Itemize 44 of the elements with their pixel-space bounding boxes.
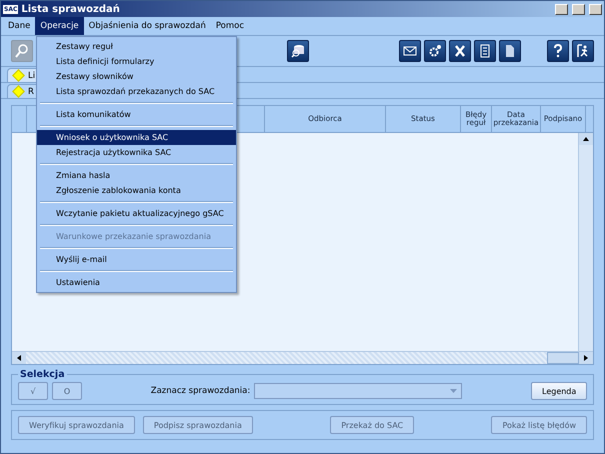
mail-button[interactable] (399, 40, 421, 62)
filter-label: Zaznacz sprawozdania: (150, 386, 250, 396)
dropdown-arrow-icon (450, 389, 458, 393)
menu-entry[interactable]: Wyślij e-mail (37, 252, 236, 267)
database-search-button[interactable] (287, 40, 309, 62)
list-icon (478, 44, 492, 58)
menu-entry[interactable]: Zestawy reguł (37, 39, 236, 54)
scroll-right-icon[interactable] (579, 352, 593, 364)
list-button[interactable] (474, 40, 496, 62)
settings-icon (428, 44, 442, 58)
group-title: Selekcja (19, 369, 66, 380)
search-icon (15, 44, 29, 58)
cross-icon (453, 44, 467, 58)
menu-entry[interactable]: Lista definicji formularzy (37, 54, 236, 69)
exit-icon (576, 44, 590, 58)
menu-item[interactable]: Objaśnienia do sprawozdań (84, 17, 211, 35)
maximize-button[interactable] (572, 4, 585, 14)
mail-icon (403, 44, 417, 58)
menu-entry[interactable]: Zgłoszenie zablokowania konta (37, 183, 236, 198)
minimize-button[interactable] (555, 4, 568, 14)
document-icon (503, 44, 517, 58)
database-search-icon (291, 44, 305, 58)
close-button[interactable] (589, 4, 602, 14)
scroll-up-icon[interactable] (579, 133, 593, 145)
window-title: Lista sprawozdań (21, 4, 121, 14)
menu-entry[interactable]: Rejestracja użytkownika SAC (37, 145, 236, 160)
scroll-thumb[interactable] (547, 352, 579, 364)
menu-entry[interactable]: Wczytanie pakietu aktualizacyjnego gSAC (37, 206, 236, 221)
menu-item[interactable]: Operacje (35, 17, 84, 35)
document-button[interactable] (499, 40, 521, 62)
exit-button[interactable] (572, 40, 594, 62)
menu-entry[interactable]: Ustawienia (37, 275, 236, 290)
menu-entry[interactable]: Lista komunikatów (37, 107, 236, 122)
help-icon (551, 44, 565, 58)
menu-item[interactable]: Pomoc (210, 17, 250, 35)
scroll-left-icon[interactable] (12, 352, 26, 364)
menu-item[interactable]: Dane (3, 17, 36, 35)
help-button[interactable] (547, 40, 569, 62)
search-button[interactable] (11, 40, 33, 62)
cross-button[interactable] (449, 40, 471, 62)
settings-button[interactable] (424, 40, 446, 62)
legend-button[interactable]: Legenda (531, 382, 587, 400)
menu-entry[interactable]: Wniosek o użytkownika SAC (37, 130, 236, 145)
menu-entry[interactable]: Zmiana hasla (37, 168, 236, 183)
